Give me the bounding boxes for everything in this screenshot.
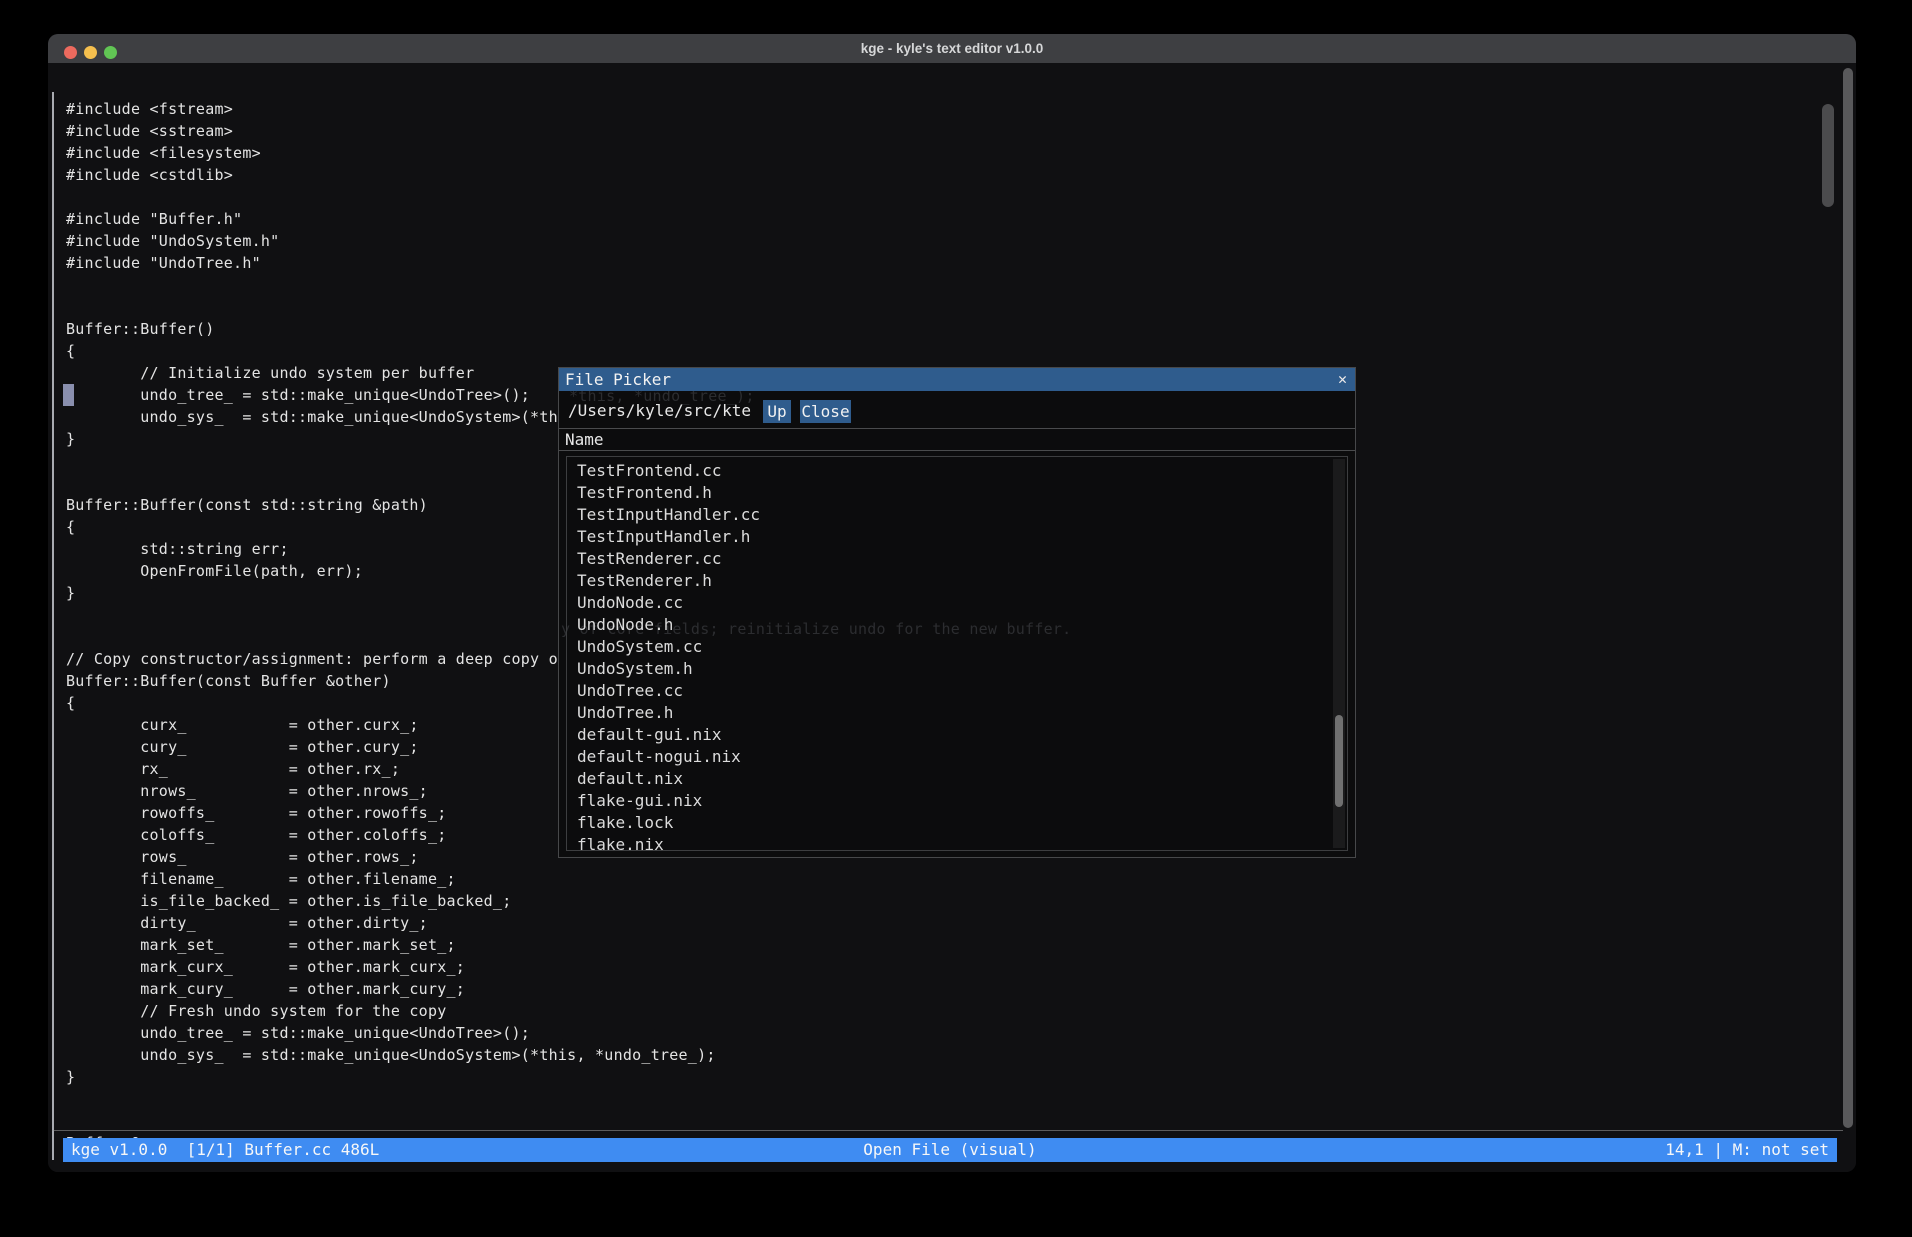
file-list-item[interactable]: TestRenderer.cc	[567, 548, 1347, 570]
dialog-close-icon[interactable]: ✕	[1338, 368, 1347, 391]
file-list-item[interactable]: UndoTree.cc	[567, 680, 1347, 702]
file-list-item[interactable]: UndoNode.cc	[567, 592, 1347, 614]
editor-left-border	[52, 92, 54, 1160]
file-list-item[interactable]: flake.nix	[567, 834, 1347, 851]
file-list-item[interactable]: default.nix	[567, 768, 1347, 790]
file-list-item[interactable]: flake.lock	[567, 812, 1347, 834]
name-column-header: Name	[565, 429, 604, 450]
file-list-item[interactable]: flake-gui.nix	[567, 790, 1347, 812]
file-list-item[interactable]: default-gui.nix	[567, 724, 1347, 746]
file-picker-dialog: *this, *undo_tree_); y of core fields; r…	[558, 367, 1356, 858]
dialog-title: File Picker	[565, 368, 671, 391]
dialog-separator-bottom	[559, 450, 1355, 451]
window-title: kge - kyle's text editor v1.0.0	[48, 34, 1856, 63]
statusbar-separator	[52, 1130, 1843, 1131]
desktop: #include <fstream> #include <sstream> #i…	[0, 0, 1912, 1237]
file-list-item[interactable]: UndoTree.h	[567, 702, 1347, 724]
file-list[interactable]: TestFrontend.ccTestFrontend.hTestInputHa…	[566, 456, 1348, 851]
file-list-item[interactable]: UndoSystem.h	[567, 658, 1347, 680]
text-cursor-block	[63, 384, 74, 406]
window-scrollbar-track[interactable]	[1843, 68, 1853, 1128]
file-list-item[interactable]: TestInputHandler.h	[567, 526, 1347, 548]
dialog-titlebar[interactable]: File Picker ✕	[559, 368, 1355, 391]
status-cursor-position: 14,1 | M: not set	[1665, 1138, 1829, 1162]
close-picker-button[interactable]: Close	[800, 400, 851, 423]
dialog-separator-top	[559, 428, 1355, 429]
up-directory-button[interactable]: Up	[763, 400, 791, 423]
editor-scrollbar-thumb[interactable]	[1822, 104, 1834, 207]
file-list-item[interactable]: UndoSystem.cc	[567, 636, 1347, 658]
file-list-scrollbar-thumb[interactable]	[1335, 715, 1343, 807]
status-mode-label: Open File (visual)	[63, 1138, 1837, 1162]
file-list-item[interactable]: TestRenderer.h	[567, 570, 1347, 592]
window-titlebar: kge - kyle's text editor v1.0.0	[48, 34, 1856, 63]
file-list-item[interactable]: UndoNode.h	[567, 614, 1347, 636]
status-bar: kge v1.0.0 [1/1] Buffer.cc 486L Open Fil…	[63, 1138, 1837, 1162]
file-list-item[interactable]: TestInputHandler.cc	[567, 504, 1347, 526]
file-list-item[interactable]: TestFrontend.cc	[567, 460, 1347, 482]
current-path-label: /Users/kyle/src/kte	[568, 399, 751, 423]
file-list-item[interactable]: TestFrontend.h	[567, 482, 1347, 504]
file-list-item[interactable]: default-nogui.nix	[567, 746, 1347, 768]
